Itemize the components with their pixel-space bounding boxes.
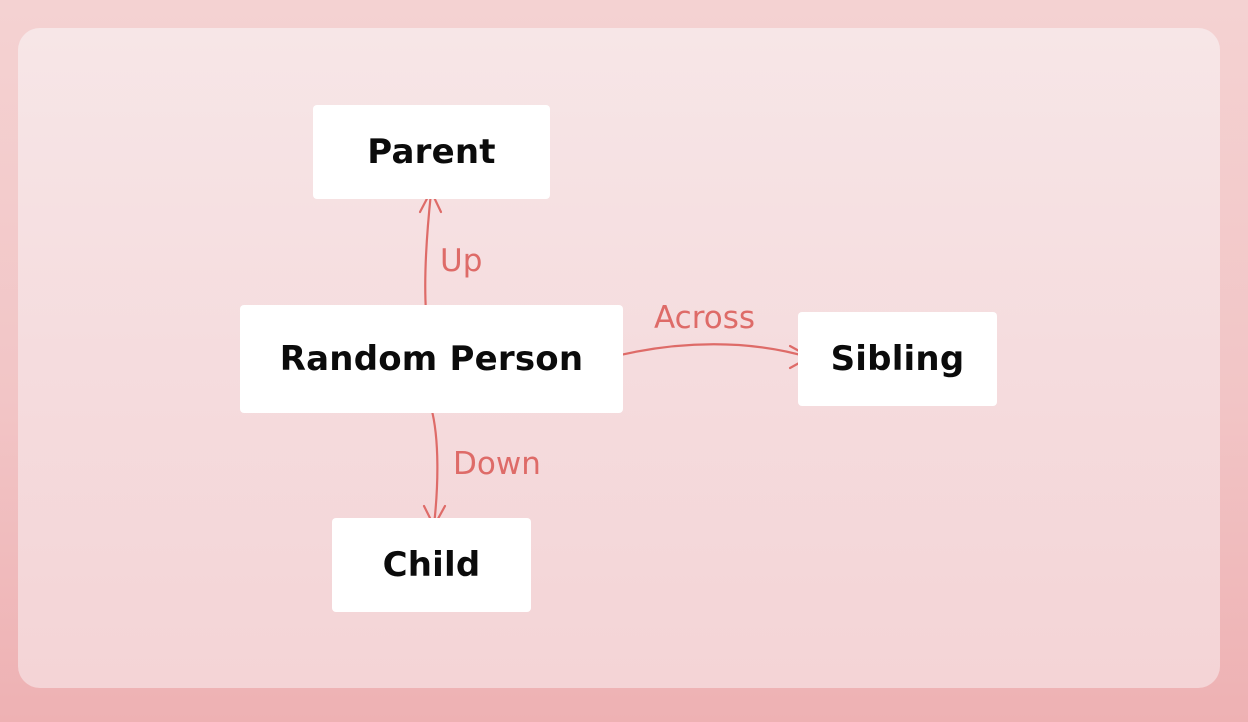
node-parent: Parent	[313, 105, 550, 199]
edge-label-up: Up	[440, 243, 483, 279]
edge-across-line	[610, 343, 810, 359]
node-parent-label: Parent	[367, 132, 496, 172]
node-random-person-label: Random Person	[279, 339, 584, 379]
edge-label-down: Down	[453, 446, 541, 482]
edge-up-line	[424, 191, 433, 314]
node-child: Child	[332, 518, 531, 612]
edge-layer	[418, 189, 812, 528]
edge-down-line	[429, 405, 439, 527]
node-random-person: Random Person	[240, 305, 623, 413]
node-sibling-label: Sibling	[830, 339, 965, 379]
node-child-label: Child	[382, 545, 481, 585]
node-sibling: Sibling	[798, 312, 997, 406]
edge-label-across: Across	[654, 300, 756, 336]
